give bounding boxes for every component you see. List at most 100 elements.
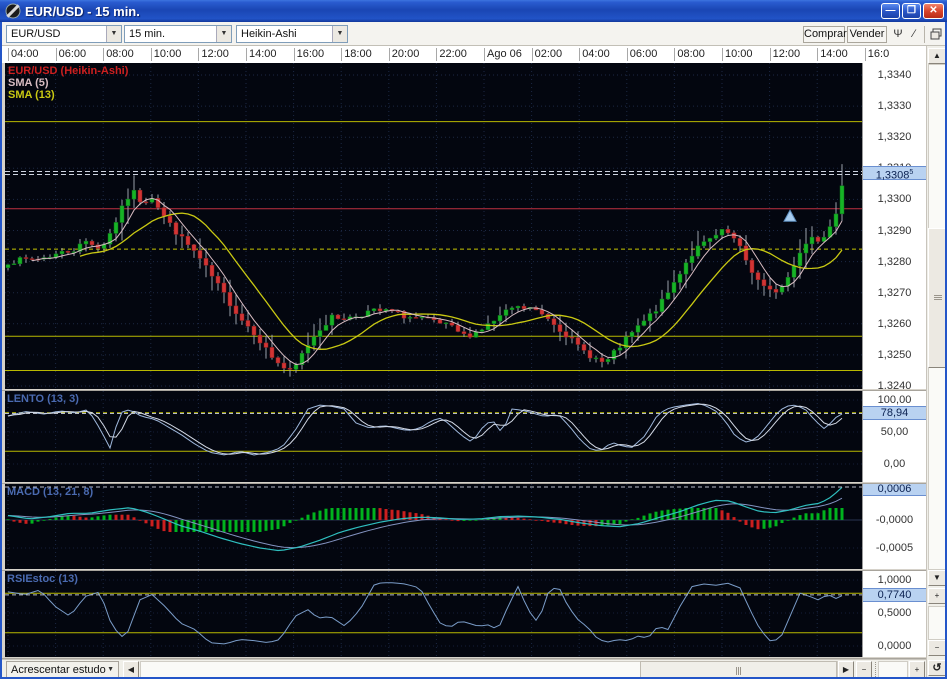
- time-tick: [674, 48, 676, 61]
- time-tick: [579, 48, 581, 61]
- panel-label-stoch: LENTO (13, 3): [7, 393, 79, 405]
- rsi-value-badge: 0,7740: [863, 587, 926, 602]
- restore-button[interactable]: ❐: [902, 3, 921, 19]
- legend-item-symbol: EUR/USD (Heikin-Ashi): [8, 65, 129, 77]
- axis-tick-label: 1,3250: [877, 348, 912, 361]
- time-tick-label: 06:00: [629, 48, 658, 60]
- toolbar-separator: [924, 26, 925, 43]
- rsi-panel-canvas[interactable]: [5, 571, 862, 657]
- panel-label-macd: MACD (13, 21, 8): [7, 486, 94, 498]
- axis-tick-label: 1,3260: [877, 317, 912, 330]
- panel-label-rsi: RSIEstoc (13): [7, 573, 78, 585]
- hzoom-out-button[interactable]: −: [856, 661, 872, 678]
- axis-tick-label: -0,0000: [875, 514, 914, 526]
- time-tick-label: 06:00: [58, 48, 87, 60]
- time-tick-label: 22:00: [439, 48, 467, 60]
- panel-splitter[interactable]: [0, 482, 926, 484]
- axis-tick-label: 1,3330: [877, 100, 912, 113]
- buy-button[interactable]: Comprar: [803, 26, 847, 43]
- axis-tick-label: 1,3340: [877, 69, 912, 81]
- cascade-windows-icon[interactable]: [928, 26, 944, 43]
- current-price-badge: 1,33085: [863, 165, 926, 182]
- time-tick: [55, 48, 57, 61]
- thumb-grip: [735, 667, 741, 675]
- interval-select[interactable]: 15 min. ▼: [124, 25, 232, 43]
- add-study-select[interactable]: Acrescentar estudo ▼: [6, 661, 119, 678]
- vzoom-in-button[interactable]: +: [928, 588, 946, 604]
- axis-tick-label: 1,0000: [877, 574, 912, 586]
- time-tick-label: 14:00: [249, 48, 277, 60]
- axis-tick-label: -0,0005: [875, 542, 914, 554]
- time-axis: 04:00 06:00 08:00 10:00 12:00 14:00 16:00 18:00…: [0, 46, 926, 63]
- chevron-down-icon[interactable]: ▼: [216, 26, 231, 42]
- macd-panel-canvas[interactable]: [5, 484, 862, 569]
- window-titlebar[interactable]: EUR/USD - 15 min. — ❐ ✕: [0, 0, 947, 22]
- chart-window: EUR/USD - 15 min. — ❐ ✕ EUR/USD ▼ 15 min…: [0, 0, 947, 679]
- hzoom-in-button[interactable]: +: [909, 661, 925, 678]
- chevron-down-icon[interactable]: ▼: [106, 26, 121, 42]
- time-tick-label: 08:00: [106, 48, 134, 60]
- panel-splitter[interactable]: [0, 389, 926, 391]
- chevron-down-icon[interactable]: ▼: [332, 26, 347, 42]
- time-tick-label: 02:00: [534, 48, 563, 60]
- hzoom-track[interactable]: [878, 661, 908, 678]
- thumb-grip: [934, 295, 942, 300]
- vertical-scrollbar-thumb[interactable]: [928, 228, 946, 368]
- toolbar: EUR/USD ▼ 15 min. ▼ Heikin-Ashi ▼ Compra…: [0, 22, 947, 46]
- price-chart-canvas[interactable]: [5, 63, 862, 389]
- scroll-down-icon[interactable]: ▼: [928, 570, 946, 586]
- vzoom-out-button[interactable]: −: [928, 640, 946, 656]
- window-border-left: [0, 22, 2, 679]
- horizontal-scrollbar-thumb[interactable]: [640, 661, 837, 678]
- chart-style-select[interactable]: Heikin-Ashi ▼: [236, 25, 348, 43]
- axis-tick-label: 0,0000: [877, 640, 912, 652]
- stoch-panel-canvas[interactable]: [5, 391, 862, 482]
- time-tick: [8, 48, 9, 61]
- macd-value-badge: 0,0006: [863, 482, 926, 496]
- axis-tick-label: 1,3240: [877, 380, 912, 392]
- scroll-left-icon[interactable]: ◀: [123, 661, 139, 678]
- panel-splitter[interactable]: [0, 569, 926, 571]
- chart-style-select-value: Heikin-Ashi: [241, 28, 297, 40]
- axis-tick-label: 0,00: [883, 458, 906, 470]
- time-tick-label: Ago 06: [487, 48, 522, 60]
- sell-button[interactable]: Vender: [847, 26, 887, 43]
- minimize-button[interactable]: —: [881, 3, 900, 19]
- scroll-right-icon[interactable]: ▶: [838, 661, 854, 678]
- time-tick: [436, 48, 438, 61]
- chevron-down-icon: ▼: [107, 666, 114, 673]
- time-tick: [198, 48, 200, 61]
- time-tick-label: 04:00: [11, 48, 39, 60]
- time-tick-label: 16:0: [867, 48, 890, 60]
- axis-tick-label: 1,3320: [877, 131, 912, 144]
- axis-tick-label: 1,3270: [877, 286, 912, 299]
- axis-tick-label: 50,00: [880, 426, 909, 438]
- vertical-scrollbar: ▲ ▼ + − ↺: [926, 46, 947, 679]
- time-tick: [150, 48, 152, 61]
- axis-tick-label: 1,3300: [877, 193, 912, 206]
- window-title: EUR/USD - 15 min.: [25, 3, 140, 19]
- line-tool-icon[interactable]: ∕: [906, 26, 922, 43]
- time-tick: [388, 48, 390, 61]
- panel-splitter[interactable]: [0, 657, 926, 659]
- time-tick-label: 14:00: [820, 48, 848, 60]
- close-button[interactable]: ✕: [923, 3, 944, 19]
- time-tick: [246, 48, 247, 61]
- time-tick-label: 20:00: [391, 48, 420, 60]
- time-tick: [484, 48, 485, 61]
- scroll-up-icon[interactable]: ▲: [928, 48, 946, 64]
- time-tick-label: 04:00: [582, 48, 610, 60]
- reset-view-button[interactable]: ↺: [928, 660, 946, 676]
- splitter-handle[interactable]: [875, 662, 876, 677]
- symbol-select[interactable]: EUR/USD ▼: [6, 25, 122, 43]
- time-tick-label: 08:00: [677, 48, 705, 60]
- time-tick-label: 12:00: [772, 48, 801, 60]
- time-tick: [103, 48, 105, 61]
- time-tick-label: 10:00: [725, 48, 753, 60]
- time-tick: [722, 48, 723, 61]
- stoch-value-badge: 78,94: [863, 406, 926, 421]
- vzoom-track[interactable]: [928, 606, 946, 640]
- axis-tick-label: 100,00: [877, 394, 912, 406]
- app-icon: [5, 3, 21, 19]
- pointer-tool-icon[interactable]: Ψ: [890, 26, 906, 43]
